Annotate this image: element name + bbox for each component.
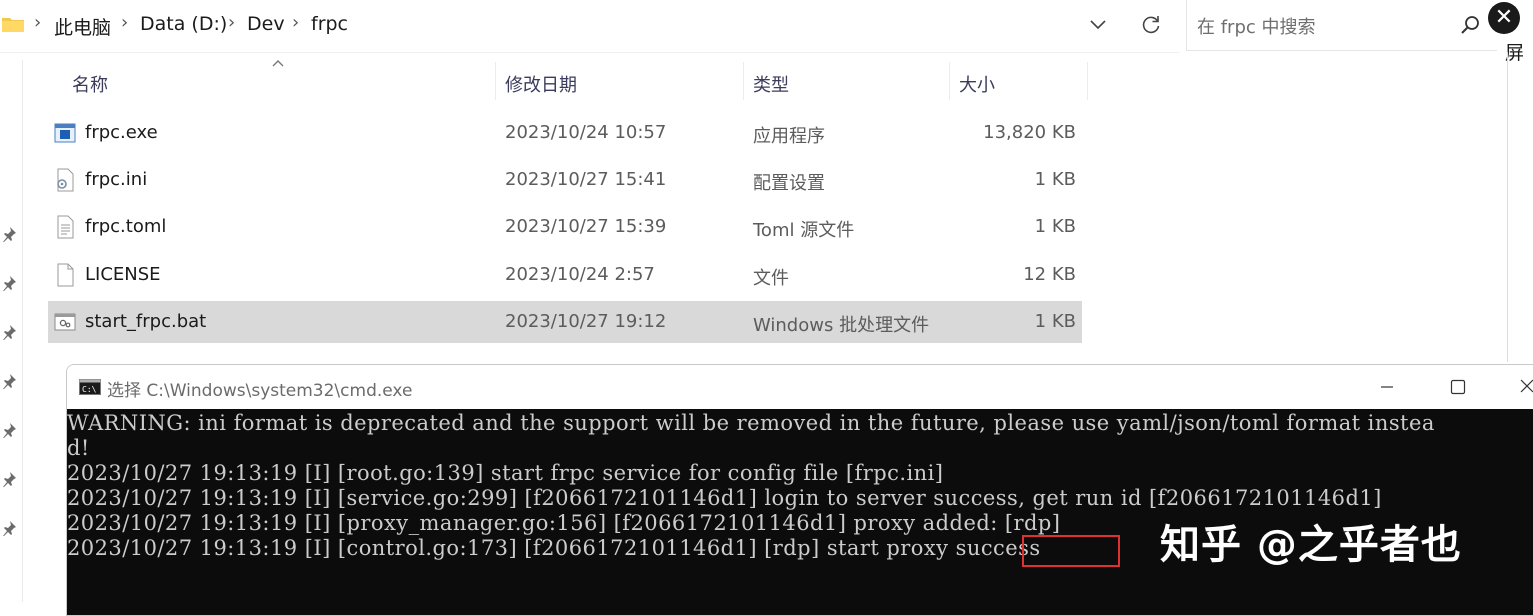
- breadcrumb-separator: ›: [292, 12, 300, 33]
- console-line: 2023/10/27 19:13:19 [I] [control.go:173]…: [67, 536, 1041, 560]
- breadcrumb-separator: ›: [228, 12, 236, 33]
- folder-icon: [2, 18, 24, 32]
- file-name: frpc.toml: [85, 216, 167, 237]
- file-row[interactable]: frpc.toml 2023/10/27 15:39 Toml 源文件 1 KB: [48, 206, 1082, 248]
- file-type: 应用程序: [753, 126, 825, 147]
- address-bar[interactable]: › 此电脑 › Data (D:) › Dev › frpc: [0, 0, 1180, 52]
- column-header-label: 修改日期: [505, 75, 577, 96]
- cmd-window[interactable]: C:\ 选择 C:\Windows\system32\cmd.exe WARNI…: [66, 364, 1533, 616]
- breadcrumb-separator: ›: [34, 12, 42, 33]
- file-modified: 2023/10/27 19:12: [505, 311, 667, 332]
- console-line: WARNING: ini format is deprecated and th…: [67, 411, 1435, 435]
- breadcrumb-separator: ›: [121, 12, 129, 33]
- navigation-pane[interactable]: [0, 60, 23, 602]
- pin-icon[interactable]: [1, 226, 17, 242]
- pin-icon[interactable]: [1, 324, 17, 340]
- file-modified: 2023/10/27 15:41: [505, 169, 667, 190]
- search-placeholder: 在 frpc 中搜索: [1197, 17, 1316, 38]
- ini-file-icon: [57, 168, 74, 192]
- column-divider[interactable]: [743, 62, 744, 100]
- minimize-icon[interactable]: [1377, 377, 1397, 397]
- pin-icon[interactable]: [1, 275, 17, 291]
- chevron-down-icon[interactable]: [1088, 14, 1108, 34]
- file-type: Toml 源文件: [753, 220, 855, 241]
- column-divider[interactable]: [495, 62, 496, 100]
- breadcrumb-item-frpc[interactable]: frpc: [311, 13, 348, 35]
- divider: [1507, 52, 1508, 362]
- console-line: 2023/10/27 19:13:19 [I] [service.go:299]…: [67, 486, 1382, 510]
- column-header-label: 名称: [72, 75, 108, 96]
- column-header-type[interactable]: 类型: [753, 60, 943, 102]
- column-divider[interactable]: [949, 62, 950, 100]
- column-header-modified[interactable]: 修改日期: [505, 60, 740, 102]
- file-modified: 2023/10/27 15:39: [505, 216, 667, 237]
- file-type: 配置设置: [753, 173, 825, 194]
- file-modified: 2023/10/24 10:57: [505, 122, 667, 143]
- close-window-icon[interactable]: [1517, 376, 1533, 396]
- pin-icon[interactable]: [1, 422, 17, 438]
- watermark: 知乎 @之乎者也: [1160, 522, 1462, 568]
- pin-icon[interactable]: [1, 373, 17, 389]
- column-divider[interactable]: [1087, 62, 1088, 100]
- column-header-size[interactable]: 大小: [959, 60, 1084, 102]
- file-name: frpc.exe: [85, 122, 158, 143]
- file-row-selected[interactable]: start_frpc.bat 2023/10/27 19:12 Windows …: [48, 301, 1082, 343]
- pin-icon[interactable]: [1, 471, 17, 487]
- pin-icon[interactable]: [1, 520, 17, 536]
- file-name: frpc.ini: [85, 169, 148, 190]
- batch-file-icon: [54, 313, 76, 331]
- console-line: 2023/10/27 19:13:19 [I] [root.go:139] st…: [67, 461, 944, 485]
- search-input[interactable]: 在 frpc 中搜索: [1186, 0, 1497, 51]
- file-name: LICENSE: [85, 264, 161, 285]
- file-size: 1 KB: [1034, 169, 1076, 190]
- file-name: start_frpc.bat: [85, 311, 207, 332]
- refresh-icon[interactable]: [1140, 13, 1162, 35]
- svg-text:C:\: C:\: [82, 385, 97, 394]
- file-size: 13,820 KB: [983, 122, 1076, 143]
- highlight-box: [1022, 535, 1120, 567]
- exe-icon: [54, 123, 76, 143]
- file-size: 12 KB: [1023, 264, 1076, 285]
- breadcrumb-item-data-drive[interactable]: Data (D:): [140, 13, 227, 35]
- search-icon[interactable]: [1459, 14, 1481, 36]
- file-size: 1 KB: [1034, 216, 1076, 237]
- file-modified: 2023/10/24 2:57: [505, 264, 655, 285]
- breadcrumb-item-this-pc[interactable]: 此电脑: [54, 13, 111, 40]
- column-header-name[interactable]: 名称: [72, 60, 492, 102]
- column-header-label: 类型: [753, 75, 789, 96]
- file-row[interactable]: LICENSE 2023/10/24 2:57 文件 12 KB: [48, 254, 1082, 296]
- file-type: 文件: [753, 268, 789, 289]
- cmd-window-title: 选择 C:\Windows\system32\cmd.exe: [107, 381, 413, 401]
- console-line: 2023/10/27 19:13:19 [I] [proxy_manager.g…: [67, 511, 1061, 535]
- breadcrumb-item-dev[interactable]: Dev: [247, 13, 285, 35]
- blank-file-icon: [57, 263, 74, 287]
- close-icon[interactable]: ✕: [1488, 2, 1520, 34]
- maximize-icon[interactable]: [1448, 377, 1468, 397]
- file-row[interactable]: frpc.exe 2023/10/24 10:57 应用程序 13,820 KB: [48, 112, 1082, 154]
- text-file-icon: [57, 215, 74, 239]
- file-size: 1 KB: [1034, 311, 1076, 332]
- file-row[interactable]: frpc.ini 2023/10/27 15:41 配置设置 1 KB: [48, 159, 1082, 201]
- console-line: d!: [67, 436, 90, 460]
- divider: [0, 52, 1180, 53]
- file-type: Windows 批处理文件: [753, 315, 930, 336]
- column-header-label: 大小: [959, 75, 995, 96]
- cmd-title-bar[interactable]: C:\ 选择 C:\Windows\system32\cmd.exe: [67, 365, 1533, 409]
- cmd-icon: C:\: [79, 379, 101, 395]
